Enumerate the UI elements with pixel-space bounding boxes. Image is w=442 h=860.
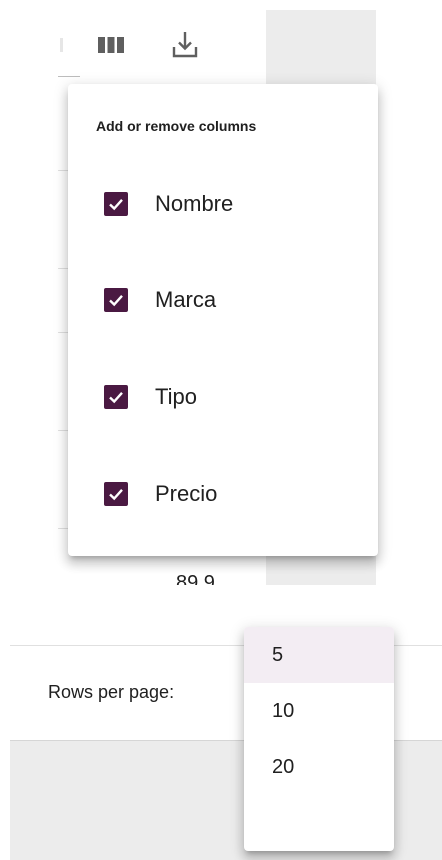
checkbox-checked-icon[interactable]	[104, 482, 128, 506]
column-label: Tipo	[155, 384, 197, 409]
column-toggle-tipo[interactable]: Tipo	[104, 382, 197, 412]
checkbox-checked-icon[interactable]	[104, 385, 128, 409]
download-csv-button[interactable]	[170, 28, 200, 62]
rows-option-10[interactable]: 10	[244, 683, 394, 739]
popover-title: Add or remove columns	[96, 118, 257, 134]
column-label: Marca	[155, 287, 217, 312]
rows-option-20[interactable]: 20	[244, 739, 394, 795]
search-field-edge	[60, 38, 63, 52]
view-column-icon	[98, 37, 124, 53]
search-field-underline	[58, 76, 80, 77]
column-toggle-precio[interactable]: Precio	[104, 479, 217, 509]
rows-per-page-menu: 5 10 20	[244, 627, 394, 851]
column-label: Precio	[155, 481, 218, 506]
column-toggle-marca[interactable]: Marca	[104, 285, 216, 315]
columns-popover: Add or remove columns Nombre Marca Tipo	[68, 84, 378, 556]
table-cell-precio: 89.9	[176, 572, 215, 585]
rows-option-5[interactable]: 5	[244, 627, 394, 683]
download-icon	[172, 32, 198, 58]
checkbox-checked-icon[interactable]	[104, 288, 128, 312]
column-toggle-nombre[interactable]: Nombre	[104, 189, 233, 219]
column-label: Nombre	[155, 191, 234, 216]
checkbox-checked-icon[interactable]	[104, 192, 128, 216]
view-columns-button[interactable]	[96, 28, 126, 62]
rows-per-page-label: Rows per page:	[48, 682, 175, 702]
